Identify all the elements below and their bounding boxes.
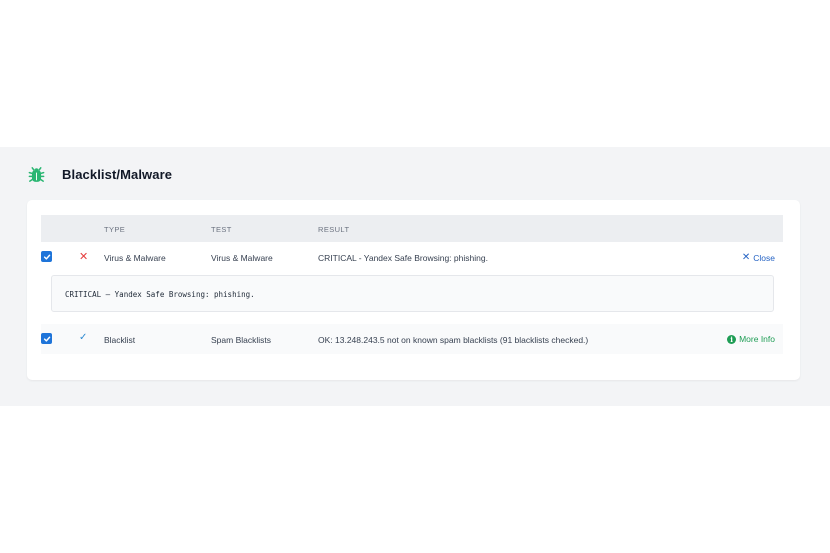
panel-header: Blacklist/Malware	[27, 164, 172, 184]
x-icon: ✕	[79, 251, 89, 263]
column-header-test: TEST	[211, 225, 232, 234]
row-test: Spam Blacklists	[211, 335, 271, 345]
row-result: CRITICAL - Yandex Safe Browsing: phishin…	[318, 253, 488, 263]
table-row: ✕ Virus & Malware Virus & Malware CRITIC…	[41, 242, 783, 272]
more-info-link[interactable]: i More Info	[727, 334, 775, 344]
row-result: OK: 13.248.243.5 not on known spam black…	[318, 335, 589, 345]
column-header-type: TYPE	[104, 225, 126, 234]
row-type: Blacklist	[104, 335, 136, 345]
result-detail-text: CRITICAL – Yandex Safe Browsing: phishin…	[65, 290, 255, 299]
info-icon: i	[727, 334, 737, 344]
check-icon: ✓	[79, 332, 88, 343]
result-detail-box: CRITICAL – Yandex Safe Browsing: phishin…	[51, 275, 774, 312]
close-icon: ✕	[741, 252, 751, 263]
column-header-result: RESULT	[318, 225, 350, 234]
panel-title: Blacklist/Malware	[62, 166, 173, 182]
close-label: Close	[753, 252, 775, 263]
close-button[interactable]: ✕ Close	[742, 252, 775, 263]
bug-icon	[27, 165, 46, 184]
table-header: TYPE TEST RESULT	[41, 215, 783, 242]
more-info-label: More Info	[739, 334, 775, 344]
table-row: ✓ Blacklist Spam Blacklists OK: 13.248.2…	[41, 324, 783, 354]
row-checkbox[interactable]	[41, 333, 52, 344]
results-card: TYPE TEST RESULT ✕ Virus & Malware Virus…	[27, 200, 800, 380]
row-checkbox[interactable]	[41, 251, 52, 262]
row-type: Virus & Malware	[104, 253, 166, 263]
row-test: Virus & Malware	[211, 253, 273, 263]
blacklist-malware-panel: Blacklist/Malware TYPE TEST RESULT ✕ Vir…	[0, 147, 830, 406]
